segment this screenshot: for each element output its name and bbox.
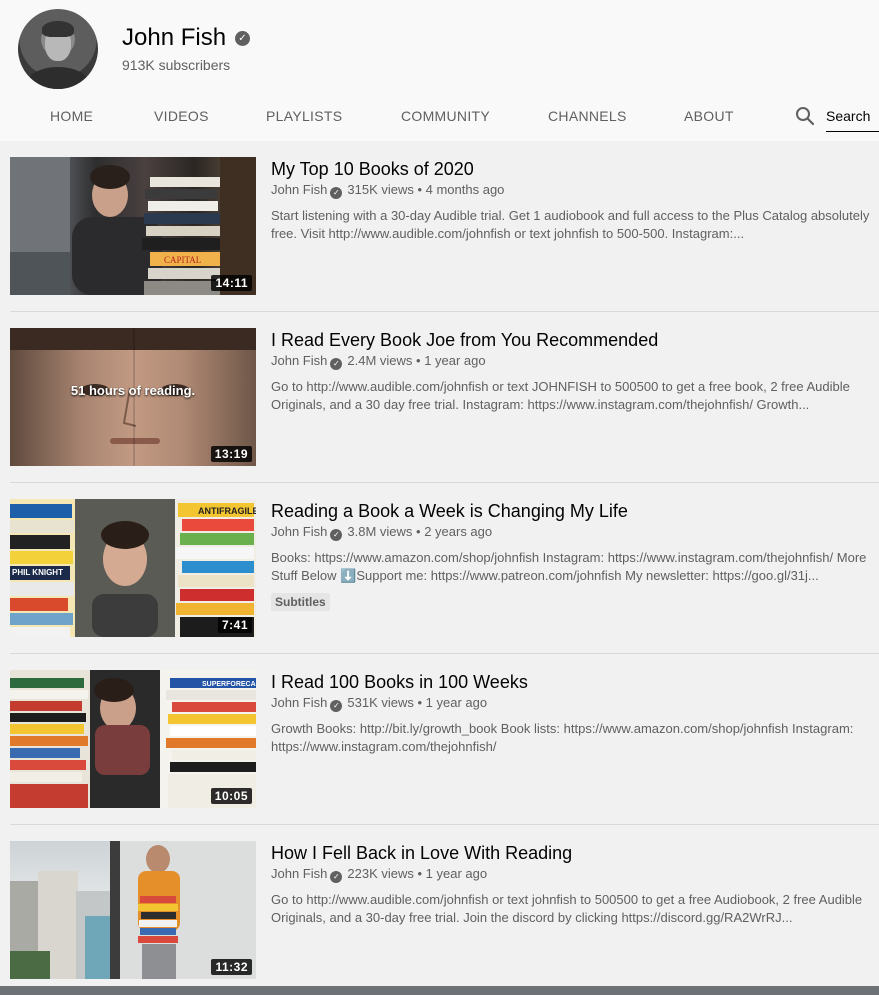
divider	[10, 824, 879, 825]
video-channel-name[interactable]: John Fish	[271, 866, 327, 881]
verified-check-icon: ✓	[235, 31, 250, 46]
video-description: Books: https://www.amazon.com/shop/johnf…	[271, 550, 867, 583]
divider	[10, 311, 879, 312]
video-title[interactable]: My Top 10 Books of 2020	[271, 159, 474, 180]
video-meta: John Fish ✓ 315K views • 4 months ago	[271, 182, 505, 199]
video-views: 223K views	[347, 866, 414, 881]
video-item[interactable]: 11:32 How I Fell Back in Love With Readi…	[0, 841, 879, 995]
tab-home[interactable]: HOME	[50, 108, 93, 124]
video-meta: John Fish ✓ 531K views • 1 year ago	[271, 695, 488, 712]
video-channel-name[interactable]: John Fish	[271, 182, 327, 197]
video-item[interactable]: SUPERFORECASTING 10:05 I Read 100 Books …	[0, 670, 879, 841]
video-channel-name[interactable]: John Fish	[271, 524, 327, 539]
verified-check-icon: ✓	[330, 358, 343, 370]
tab-community[interactable]: COMMUNITY	[401, 108, 490, 124]
channel-header: John Fish ✓ 913K subscribers HOME VIDEOS…	[0, 0, 879, 141]
tab-about[interactable]: ABOUT	[684, 108, 734, 124]
video-meta: John Fish ✓ 3.8M views • 2 years ago	[271, 524, 493, 541]
video-title[interactable]: Reading a Book a Week is Changing My Lif…	[271, 501, 628, 522]
video-description: Start listening with a 30-day Audible tr…	[271, 208, 870, 241]
video-views: 531K views	[347, 695, 414, 710]
subscriber-count: 913K subscribers	[122, 57, 231, 73]
verified-check-icon: ✓	[330, 871, 343, 883]
divider	[10, 482, 879, 483]
video-meta: John Fish ✓ 223K views • 1 year ago	[271, 866, 488, 883]
video-title[interactable]: I Read Every Book Joe from You Recommend…	[271, 330, 658, 351]
video-channel-name[interactable]: John Fish	[271, 695, 327, 710]
video-item[interactable]: ANTIFRAGILE PHIL KNIGHT 7:41 Reading a B…	[0, 499, 879, 670]
tab-videos[interactable]: VIDEOS	[154, 108, 209, 124]
os-taskbar	[0, 986, 879, 995]
subtitles-badge: Subtitles	[271, 593, 330, 611]
video-meta: John Fish ✓ 2.4M views • 1 year ago	[271, 353, 486, 370]
svg-text:ANTIFRAGILE: ANTIFRAGILE	[198, 506, 256, 516]
channel-name: John Fish	[122, 24, 227, 51]
video-duration: 14:11	[211, 275, 252, 291]
video-thumbnail[interactable]: 11:32	[10, 841, 256, 979]
video-thumbnail[interactable]: CAPITAL 14:11	[10, 157, 256, 295]
video-views: 2.4M views	[347, 353, 413, 368]
video-age: 1 year ago	[425, 695, 488, 710]
video-age: 1 year ago	[425, 866, 488, 881]
video-duration: 10:05	[210, 788, 252, 804]
svg-text:PHIL KNIGHT: PHIL KNIGHT	[12, 568, 63, 577]
video-duration: 7:41	[217, 617, 252, 633]
tab-playlists[interactable]: PLAYLISTS	[266, 108, 342, 124]
video-title[interactable]: How I Fell Back in Love With Reading	[271, 843, 572, 864]
video-item[interactable]: 51 hours of reading. 13:19 I Read Every …	[0, 328, 879, 499]
video-thumbnail[interactable]: 51 hours of reading. 13:19	[10, 328, 256, 466]
video-age: 2 years ago	[424, 524, 493, 539]
channel-search-input[interactable]: Search	[826, 105, 879, 132]
video-description: Go to http://www.audible.com/johnfish or…	[271, 892, 863, 925]
search-icon[interactable]	[795, 106, 815, 126]
video-thumbnail[interactable]: SUPERFORECASTING 10:05	[10, 670, 256, 808]
video-description: Growth Books: http://bit.ly/growth_book …	[271, 721, 854, 754]
verified-check-icon: ✓	[330, 529, 343, 541]
video-description: Go to http://www.audible.com/johnfish or…	[271, 379, 850, 412]
video-views: 315K views	[347, 182, 414, 197]
video-views: 3.8M views	[347, 524, 413, 539]
tab-channels[interactable]: CHANNELS	[548, 108, 627, 124]
verified-check-icon: ✓	[330, 187, 343, 199]
video-age: 1 year ago	[424, 353, 486, 368]
video-duration: 11:32	[211, 959, 252, 975]
divider	[10, 653, 879, 654]
verified-check-icon: ✓	[330, 700, 343, 712]
svg-text:SUPERFORECASTING: SUPERFORECASTING	[202, 681, 256, 688]
video-item[interactable]: CAPITAL 14:11 My Top 10 Books of 2020 Jo…	[0, 157, 879, 328]
video-title[interactable]: I Read 100 Books in 100 Weeks	[271, 672, 528, 693]
video-thumbnail[interactable]: ANTIFRAGILE PHIL KNIGHT 7:41	[10, 499, 256, 637]
video-channel-name[interactable]: John Fish	[271, 353, 327, 368]
svg-text:CAPITAL: CAPITAL	[164, 255, 201, 265]
video-age: 4 months ago	[425, 182, 505, 197]
video-duration: 13:19	[210, 446, 252, 462]
channel-avatar[interactable]	[18, 9, 98, 89]
thumbnail-caption: 51 hours of reading.	[70, 383, 196, 398]
